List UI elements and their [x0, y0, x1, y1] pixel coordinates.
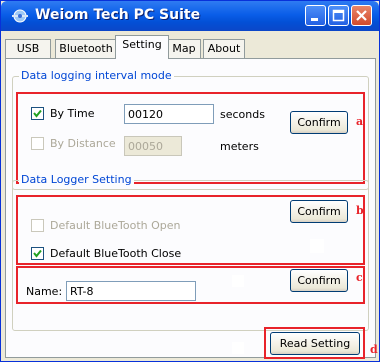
checkmark-icon — [33, 249, 42, 258]
confirm-interval-button[interactable]: Confirm — [290, 111, 348, 134]
bluetooth-close-label: Default BlueTooth Close — [50, 247, 182, 260]
confirm-bluetooth-button[interactable]: Confirm — [290, 200, 348, 223]
tab-setting[interactable]: Setting — [115, 35, 169, 59]
checkmark-icon — [33, 109, 42, 118]
seconds-unit-label: seconds — [220, 108, 265, 121]
maximize-icon — [332, 9, 345, 22]
device-name-input[interactable] — [66, 281, 196, 301]
tab-about[interactable]: About — [203, 39, 245, 58]
decorative-square — [232, 275, 244, 287]
tab-usb[interactable]: USB — [5, 39, 51, 58]
meters-unit-label: meters — [220, 140, 259, 153]
close-button[interactable] — [351, 5, 372, 26]
title-bar[interactable]: Weiom Tech PC Suite — [1, 1, 379, 31]
confirm-name-button[interactable]: Confirm — [290, 269, 348, 292]
setting-panel: Data logging interval mode a By Time sec… — [5, 58, 378, 359]
decorative-square — [232, 342, 244, 354]
tab-map[interactable]: Map — [167, 39, 201, 58]
annotation-label-d: d — [370, 343, 378, 356]
by-time-input[interactable] — [124, 104, 214, 124]
annotation-label-c: c — [356, 271, 363, 284]
bluetooth-open-label: Default BlueTooth Open — [50, 219, 181, 232]
tab-bluetooth[interactable]: Bluetooth — [55, 39, 117, 58]
read-setting-button[interactable]: Read Setting — [270, 332, 360, 355]
app-window: Weiom Tech PC Suite USB Bluetooth Settin… — [0, 0, 380, 362]
decorative-square — [310, 239, 324, 253]
annotation-label-a: a — [356, 115, 364, 128]
by-time-checkbox[interactable] — [31, 107, 44, 120]
name-label: Name: — [26, 285, 63, 298]
by-distance-input[interactable] — [124, 136, 182, 156]
bluetooth-close-checkbox[interactable] — [31, 247, 44, 260]
annotation-label-b: b — [356, 204, 364, 217]
app-satellite-icon — [12, 9, 28, 23]
by-distance-checkbox[interactable] — [31, 137, 44, 150]
data-logger-group-title: Data Logger Setting — [19, 173, 134, 186]
logging-interval-group-title: Data logging interval mode — [19, 69, 174, 82]
by-time-label: By Time — [50, 107, 95, 120]
tab-strip: USB Bluetooth Setting Map About — [5, 35, 377, 59]
bluetooth-open-checkbox[interactable] — [31, 219, 44, 232]
by-distance-label: By Distance — [50, 137, 116, 150]
minimize-button[interactable] — [305, 5, 326, 26]
maximize-button[interactable] — [328, 5, 349, 26]
close-icon — [356, 10, 367, 21]
minimize-icon — [311, 18, 318, 21]
window-title: Weiom Tech PC Suite — [35, 7, 201, 23]
